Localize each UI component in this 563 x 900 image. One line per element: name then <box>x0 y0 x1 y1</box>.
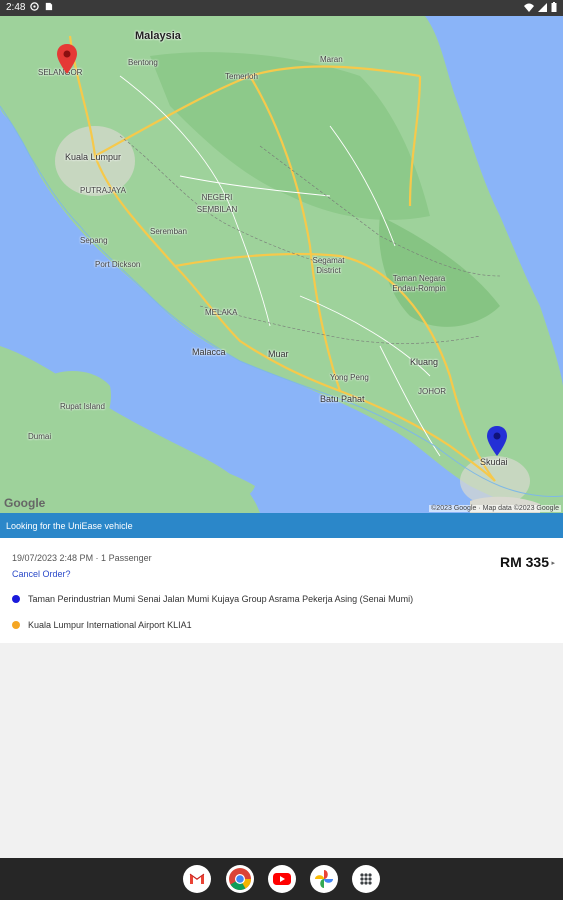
search-status-text: Looking for the UniEase vehicle <box>6 521 133 531</box>
map-label-malacca: Malacca <box>192 347 226 357</box>
search-status-banner: Looking for the UniEase vehicle <box>0 513 563 538</box>
order-card[interactable]: 19/07/2023 2:48 PM · 1 Passenger Cancel … <box>0 538 563 643</box>
chevron-right-icon[interactable]: ▸ <box>551 559 555 567</box>
map-label-yong-peng: Yong Peng <box>330 373 369 382</box>
map-label-taman-negara: Taman Negara Endau-Rompin <box>392 274 446 293</box>
map-label-rupat-island: Rupat Island <box>60 402 105 411</box>
pickup-dot-icon <box>12 595 20 603</box>
dropoff-dot-icon <box>12 621 20 629</box>
gmail-icon[interactable] <box>183 865 211 893</box>
dropoff-address: Kuala Lumpur International Airport KLIA1 <box>28 620 192 630</box>
chrome-icon[interactable] <box>226 865 254 893</box>
map-label-port-dickson: Port Dickson <box>95 260 141 269</box>
pickup-stop: Taman Perindustrian Mumi Senai Jalan Mum… <box>12 594 413 604</box>
map-label-skudai: Skudai <box>480 457 508 467</box>
battery-icon <box>551 2 557 12</box>
order-price: RM 335 <box>499 554 549 570</box>
map-label-seremban: Seremban <box>150 227 187 236</box>
map-label-dumai: Dumai <box>28 432 52 441</box>
order-datetime-passengers: 19/07/2023 2:48 PM · 1 Passenger <box>12 553 152 563</box>
map-label-johor: JOHOR <box>418 387 446 396</box>
status-right <box>524 2 557 12</box>
route-map[interactable]: Malaysia SELANGOR Kuala Lumpur PUTRAJAYA… <box>0 16 563 513</box>
sim-card-icon <box>45 2 53 11</box>
map-label-kluang: Kluang <box>410 357 439 367</box>
app-dock <box>0 858 563 900</box>
pickup-address: Taman Perindustrian Mumi Senai Jalan Mum… <box>28 594 414 604</box>
map-label-negeri-sembilan: NEGERI SEMBILAN <box>196 193 238 214</box>
map-label-malaysia: Malaysia <box>135 30 181 42</box>
settings-notification-icon <box>30 2 39 11</box>
map-label-batu-pahat: Batu Pahat <box>320 394 365 404</box>
map-label-temerloh: Temerloh <box>225 72 258 81</box>
wifi-icon <box>524 3 534 12</box>
app-drawer-icon[interactable] <box>352 865 380 893</box>
photos-icon[interactable] <box>310 865 338 893</box>
cancel-order-link[interactable]: Cancel Order? <box>12 569 71 579</box>
status-bar: 2:48 <box>0 0 563 16</box>
map-label-muar: Muar <box>268 349 289 359</box>
destination-location-pin-icon[interactable] <box>487 426 507 456</box>
map-label-putrajaya: PUTRAJAYA <box>80 186 126 195</box>
google-logo: Google <box>4 496 46 510</box>
youtube-icon[interactable] <box>268 865 296 893</box>
status-time: 2:48 <box>6 2 26 13</box>
origin-location-pin-icon[interactable] <box>57 44 77 74</box>
map-attribution[interactable]: ©2023 Google · Map data ©2023 Google <box>429 505 561 512</box>
map-label-melaka: MELAKA <box>205 308 238 317</box>
map-label-kuala-lumpur: Kuala Lumpur <box>65 152 122 162</box>
map-canvas[interactable] <box>0 16 563 513</box>
signal-icon <box>538 2 547 12</box>
dropoff-stop: Kuala Lumpur International Airport KLIA1 <box>12 620 192 630</box>
map-label-bentong: Bentong <box>128 58 158 67</box>
map-label-segamat-district: Segamat District <box>312 256 345 275</box>
map-label-maran: Maran <box>320 55 343 64</box>
map-label-sepang: Sepang <box>80 236 108 245</box>
